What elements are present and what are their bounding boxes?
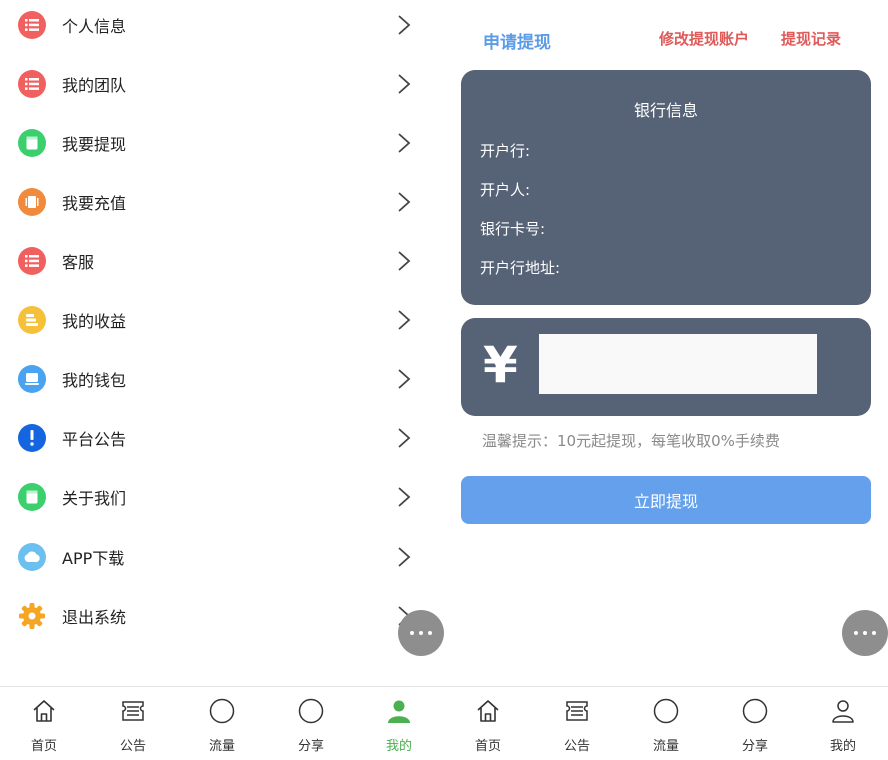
menu-item-label: 我要提现	[62, 134, 127, 154]
modify-account-link[interactable]: 修改提现账户	[659, 28, 749, 49]
notice-icon	[120, 698, 146, 724]
dot-icon	[410, 631, 414, 635]
page-title[interactable]: 申请提现	[483, 28, 551, 53]
bank-address-label: 开户行地址:	[480, 259, 561, 277]
profile-menu-panel: 个人信息 我的团队 我要提现 我要充值 客服 我的收益 我的钱包 平台公告 关于…	[0, 0, 444, 760]
dot-icon	[428, 631, 432, 635]
tab-traffic[interactable]: 流量	[178, 687, 266, 760]
amount-input[interactable]	[539, 334, 817, 394]
menu-item-label: 我的团队	[62, 75, 127, 95]
tab-label: 分享	[297, 739, 324, 754]
menu-item-label: 我的收益	[62, 311, 127, 331]
menu-item-my-wallet[interactable]: 我的钱包	[0, 349, 444, 408]
tab-label: 首页	[474, 739, 501, 754]
dot-icon	[854, 631, 858, 635]
menu-item-label: 个人信息	[62, 16, 127, 36]
menu-item-my-team[interactable]: 我的团队	[0, 54, 444, 113]
home-icon	[475, 698, 501, 724]
menu-item-about-us[interactable]: 关于我们	[0, 467, 444, 526]
bank-info-card: 银行信息 开户行: 开户人: 银行卡号: 开户行地址:	[461, 70, 871, 305]
list-icon	[18, 246, 46, 275]
tab-traffic[interactable]: 流量	[622, 687, 710, 760]
tab-notice[interactable]: 公告	[533, 687, 621, 760]
dot-icon	[872, 631, 876, 635]
menu-item-withdraw[interactable]: 我要提现	[0, 113, 444, 172]
tab-share[interactable]: 分享	[267, 687, 355, 760]
withdraw-tip: 温馨提示：10元起提现，每笔收取0%手续费	[482, 432, 780, 450]
menu-item-platform-notice[interactable]: 平台公告	[0, 408, 444, 467]
circle-icon	[209, 698, 235, 724]
tab-notice[interactable]: 公告	[89, 687, 177, 760]
tab-mine[interactable]: 我的	[355, 687, 443, 760]
tab-label: 首页	[30, 739, 57, 754]
chevron-right-icon	[397, 14, 411, 35]
list-icon	[18, 10, 46, 39]
bank-info-title: 银行信息	[633, 101, 698, 120]
tab-share[interactable]: 分享	[711, 687, 799, 760]
chevron-right-icon	[397, 73, 411, 94]
withdraw-record-link[interactable]: 提现记录	[781, 28, 841, 49]
tab-label: 我的	[385, 739, 412, 754]
menu-item-label: 退出系统	[62, 607, 127, 627]
circle-icon	[742, 698, 768, 724]
user-icon	[830, 698, 856, 724]
tab-label: 我的	[829, 739, 856, 754]
tab-label: 分享	[741, 739, 768, 754]
tab-label: 公告	[119, 739, 146, 754]
list-icon	[18, 69, 46, 98]
amount-card: ¥	[461, 318, 871, 416]
bottom-tab-bar: 首页 公告 流量 分享 我的	[0, 686, 444, 760]
account-holder-label: 开户人:	[480, 181, 531, 199]
document-icon	[18, 128, 46, 157]
menu-item-my-earnings[interactable]: 我的收益	[0, 290, 444, 349]
menu-item-personal-info[interactable]: 个人信息	[0, 0, 444, 54]
chevron-right-icon	[397, 132, 411, 153]
tab-label: 公告	[563, 739, 590, 754]
circle-icon	[653, 698, 679, 724]
card-icon	[18, 187, 46, 216]
exclamation-icon	[18, 423, 46, 452]
notice-icon	[564, 698, 590, 724]
home-icon	[31, 698, 57, 724]
chevron-right-icon	[397, 486, 411, 507]
wallet-icon	[18, 364, 46, 393]
chevron-right-icon	[397, 191, 411, 212]
menu-item-label: APP下载	[62, 548, 125, 568]
bank-name-label: 开户行:	[480, 142, 531, 160]
menu-item-logout[interactable]: 退出系统	[0, 586, 444, 645]
chevron-right-icon	[397, 250, 411, 271]
menu-item-label: 关于我们	[62, 488, 127, 508]
more-button[interactable]	[842, 610, 888, 656]
card-number-label: 银行卡号:	[480, 220, 546, 238]
chevron-right-icon	[397, 309, 411, 330]
more-button[interactable]	[398, 610, 444, 656]
tab-label: 流量	[208, 739, 235, 754]
menu-item-label: 客服	[62, 252, 95, 272]
menu-item-app-download[interactable]: APP下载	[0, 527, 444, 586]
tab-home[interactable]: 首页	[0, 687, 88, 760]
chevron-right-icon	[397, 546, 411, 567]
menu-item-label: 我要充值	[62, 193, 127, 213]
withdraw-submit-button[interactable]: 立即提现	[461, 476, 871, 524]
cloud-icon	[18, 542, 46, 571]
circle-icon	[298, 698, 324, 724]
menu-item-label: 平台公告	[62, 429, 127, 449]
dot-icon	[863, 631, 867, 635]
chevron-right-icon	[397, 427, 411, 448]
currency-symbol: ¥	[483, 336, 518, 394]
withdraw-panel: 申请提现 修改提现账户 提现记录 银行信息 开户行: 开户人: 银行卡号: 开户…	[444, 0, 888, 760]
user-icon	[386, 698, 412, 724]
tab-home[interactable]: 首页	[444, 687, 532, 760]
tab-mine[interactable]: 我的	[799, 687, 887, 760]
menu-item-recharge[interactable]: 我要充值	[0, 172, 444, 231]
chevron-right-icon	[397, 368, 411, 389]
coins-icon	[18, 305, 46, 334]
dot-icon	[419, 631, 423, 635]
tab-label: 流量	[652, 739, 679, 754]
menu-item-customer-service[interactable]: 客服	[0, 231, 444, 290]
gear-icon	[18, 602, 46, 630]
menu-item-label: 我的钱包	[62, 370, 127, 390]
document-icon	[18, 482, 46, 511]
bottom-tab-bar: 首页 公告 流量 分享 我的	[444, 686, 888, 760]
